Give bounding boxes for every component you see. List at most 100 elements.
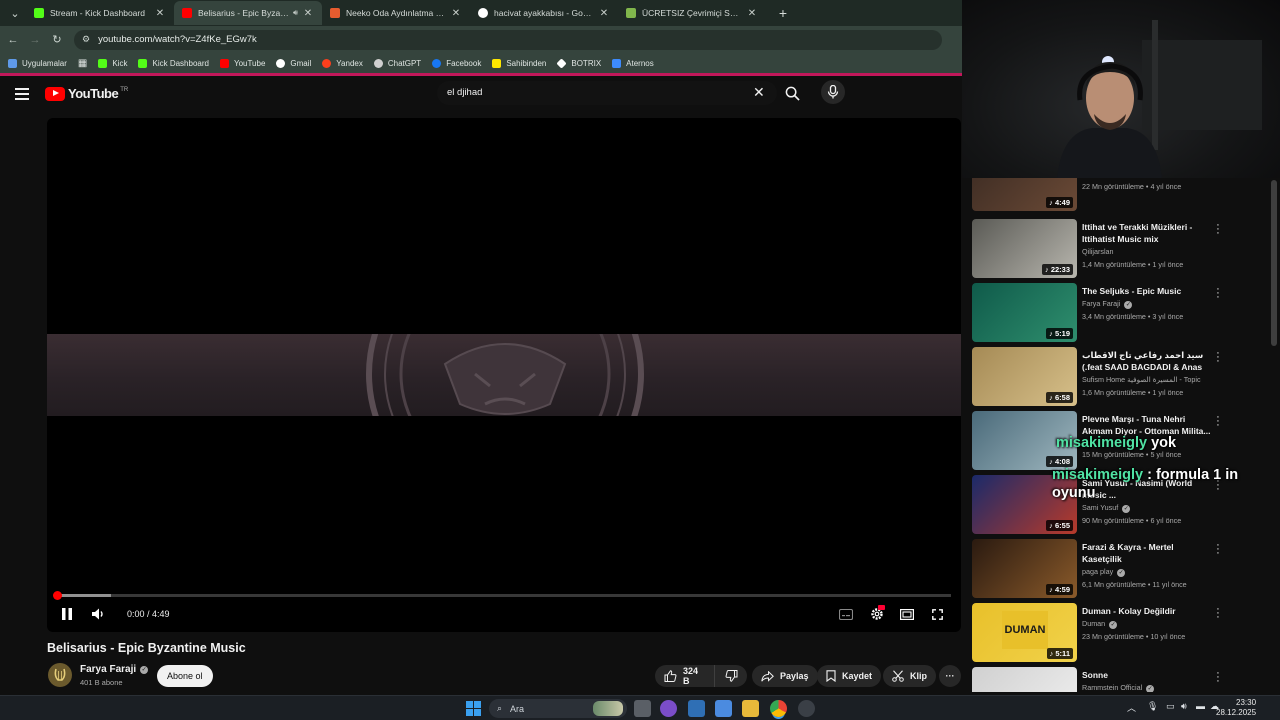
network-icon[interactable]: ▭ [1166, 701, 1175, 712]
video-title[interactable]: Farazi & Kayra - Mertel Kasetçilik [1082, 541, 1212, 565]
task-view-icon[interactable] [634, 700, 651, 717]
obs-icon[interactable] [798, 700, 815, 717]
tab-close-icon[interactable]: ✕ [746, 8, 758, 19]
video-player[interactable]: 0:00 / 4:49 [47, 118, 961, 632]
video-thumbnail[interactable]: DUMAN ♪ 5:11 [972, 603, 1077, 662]
voice-search-button[interactable] [821, 80, 845, 104]
bookmark-kick[interactable]: Kick [98, 58, 127, 68]
video-title[interactable]: Duman - Kolay Değildir [1082, 605, 1212, 617]
tab-youtube-belisarius[interactable]: Belisarius - Epic Byzantine M 🔊︎ ✕ [174, 1, 322, 25]
tab-close-icon[interactable]: ✕ [154, 8, 166, 19]
recommendation-item[interactable]: DUMAN ♪ 5:11 Duman - Kolay Değildir Duma… [972, 603, 1268, 663]
dislike-button[interactable] [714, 665, 747, 687]
microphone-icon[interactable]: 🎙︎ [1147, 701, 1158, 712]
fullscreen-button[interactable] [927, 604, 947, 624]
scrollbar[interactable] [1271, 180, 1277, 346]
store-icon[interactable] [715, 700, 732, 717]
bookmark-facebook[interactable]: Facebook [432, 58, 481, 68]
tab-chess[interactable]: ÜCRETSIZ Çevrimiçi Satranç Oy ✕ [618, 1, 766, 25]
video-title[interactable]: The Seljuks - Epic Music [1082, 285, 1212, 297]
video-thumbnail[interactable]: ♪ 5:19 [972, 283, 1077, 342]
app-icon[interactable] [660, 700, 677, 717]
volume-button[interactable] [89, 604, 107, 624]
recommendation-item[interactable]: ♪ 4:59 Farazi & Kayra - Mertel Kasetçili… [972, 539, 1268, 599]
chevron-up-icon[interactable]: ︿ [1127, 701, 1136, 714]
video-channel[interactable]: Qilijarslan [1082, 247, 1114, 256]
bookmark-kick-dashboard[interactable]: Kick Dashboard [138, 58, 209, 68]
more-vertical-icon[interactable]: · · · [1215, 604, 1221, 623]
tab-google-search[interactable]: hacivat ayakkabısı - Google'da ✕ [470, 1, 618, 25]
scrubber-handle[interactable] [53, 591, 62, 600]
taskbar-search[interactable]: ⌕ Ara [489, 699, 627, 718]
channel-avatar[interactable] [48, 663, 72, 687]
recommendation-item[interactable]: ♪ 22:33 Ittihat ve Terakki Müzikleri - I… [972, 219, 1268, 279]
more-vertical-icon[interactable]: · · · [1215, 284, 1221, 303]
bookmark-gmail[interactable]: Gmail [276, 58, 311, 68]
channel-name[interactable]: Farya Faraji ✓ [80, 664, 149, 675]
recommendation-item[interactable]: ♪ 4:49 22 Mn görüntüleme • 4 yıl önce [972, 178, 1268, 212]
menu-icon[interactable] [15, 88, 29, 100]
clear-search-icon[interactable]: ✕ [753, 84, 765, 101]
chrome-icon[interactable] [770, 700, 787, 717]
share-button[interactable]: Paylaş [752, 665, 818, 687]
like-button[interactable]: 324 B [655, 665, 714, 687]
bookmark-chatgpt[interactable]: ChatGPT [373, 58, 421, 68]
search-input[interactable]: el djihad ✕ [437, 81, 777, 105]
save-button[interactable]: Kaydet [817, 665, 882, 687]
reload-icon[interactable]: ↻ [46, 33, 68, 46]
theater-mode-button[interactable] [896, 604, 918, 624]
bookmark-sahibinden[interactable]: Sahibinden [492, 58, 546, 68]
tab-hepsiburada[interactable]: Neeko Oda Aydınlatma Sistem ✕ [322, 1, 470, 25]
video-channel[interactable]: Farya Faraji ✓ [1082, 299, 1133, 309]
video-title[interactable]: Sonne [1082, 669, 1212, 681]
back-arrow-icon[interactable]: ← [2, 34, 24, 46]
more-vertical-icon[interactable]: · · · [1215, 412, 1221, 431]
settings-button[interactable] [866, 604, 888, 624]
video-thumbnail[interactable]: ♪ 4:49 [972, 178, 1077, 211]
windows-start-icon[interactable] [465, 700, 482, 717]
video-thumbnail[interactable]: ♪ 4:59 [972, 539, 1077, 598]
forward-arrow-icon[interactable]: → [24, 34, 46, 46]
recommendation-item[interactable]: ♪ 5:19 The Seljuks - Epic Music Farya Fa… [972, 283, 1268, 343]
new-tab-button[interactable]: + [772, 5, 794, 21]
recommendation-item[interactable]: Sonne Rammstein Official ✓ · · · [972, 667, 1268, 692]
clip-button[interactable]: Klip [883, 665, 936, 687]
bookmark-yandex[interactable]: Yandex [322, 58, 363, 68]
video-channel[interactable]: Sami Yusuf ✓ [1082, 503, 1131, 513]
tab-search-dropdown-icon[interactable]: ⌄ [4, 2, 26, 24]
more-vertical-icon[interactable]: · · · [1215, 220, 1221, 239]
bookmark-apps[interactable]: Uygulamalar [8, 58, 67, 68]
more-actions-button[interactable]: ··· [939, 665, 961, 687]
recommendation-item[interactable]: ♪ 6:58 سيد احمد رفاعي تاج الاقطاب (.feat… [972, 347, 1268, 407]
progress-bar[interactable] [57, 594, 951, 597]
tab-groups-icon[interactable]: ▦ [78, 58, 87, 69]
more-vertical-icon[interactable]: · · · [1215, 540, 1221, 559]
more-vertical-icon[interactable]: · · · [1215, 348, 1221, 367]
subscribe-button[interactable]: Abone ol [157, 665, 213, 687]
volume-icon[interactable]: 🔊︎ [1181, 701, 1187, 712]
site-info-icon[interactable]: ⚙︎ [82, 34, 90, 45]
tab-close-icon[interactable]: ✕ [302, 8, 314, 19]
subtitles-button[interactable] [836, 604, 856, 624]
bookmark-botrix[interactable]: BOTRIX [556, 57, 601, 69]
youtube-logo[interactable]: YouTube TR [45, 86, 128, 101]
url-bar[interactable]: ⚙︎ youtube.com/watch?v=Z4fKe_EGw7k [74, 29, 942, 50]
video-title[interactable]: سيد احمد رفاعي تاج الاقطاب (.feat SAAD B… [1082, 349, 1212, 373]
tab-kick-dashboard[interactable]: Stream - Kick Dashboard ✕ [26, 1, 174, 25]
video-channel[interactable]: Rammstein Official ✓ [1082, 683, 1155, 692]
video-title[interactable]: Ittihat ve Terakki Müzikleri - Ittihatis… [1082, 221, 1212, 245]
speaker-icon[interactable]: 🔊︎ [293, 8, 298, 18]
video-thumbnail[interactable]: ♪ 22:33 [972, 219, 1077, 278]
bookmark-aternos[interactable]: Aternos [612, 58, 654, 68]
battery-icon[interactable]: ▬ [1196, 701, 1205, 711]
tab-close-icon[interactable]: ✕ [450, 8, 462, 19]
file-explorer-icon[interactable] [742, 700, 759, 717]
pause-button[interactable] [59, 604, 75, 624]
more-vertical-icon[interactable]: · · · [1215, 668, 1221, 687]
video-title[interactable]: Plevne Marşı - Tuna Nehri Akmam Diyor - … [1082, 413, 1212, 437]
bookmark-youtube[interactable]: YouTube [219, 58, 265, 68]
system-clock[interactable]: 23:30 28.12.2025 [1216, 698, 1256, 718]
settings-app-icon[interactable] [688, 700, 705, 717]
video-channel[interactable]: Duman ✓ [1082, 619, 1118, 629]
search-button[interactable] [779, 81, 805, 105]
